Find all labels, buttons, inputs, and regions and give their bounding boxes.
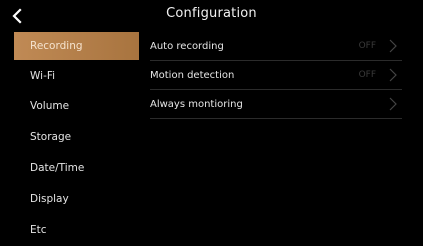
- sidebar-item-storage[interactable]: Storage: [14, 123, 139, 151]
- sidebar-item-label: Recording: [30, 40, 83, 52]
- sidebar-item-volume[interactable]: Volume: [14, 92, 139, 120]
- sidebar-item-label: Volume: [30, 100, 70, 112]
- sidebar-item-label: Etc: [30, 224, 47, 236]
- setting-value: OFF: [358, 41, 376, 51]
- setting-row-motion-detection[interactable]: Motion detection OFF: [150, 61, 402, 90]
- sidebar-item-label: Wi-Fi: [30, 70, 56, 82]
- setting-row-auto-recording[interactable]: Auto recording OFF: [150, 32, 402, 61]
- sidebar-item-label: Date/Time: [30, 162, 85, 174]
- setting-label: Always montioring: [150, 98, 243, 110]
- setting-value: OFF: [358, 70, 376, 80]
- setting-row-always-monitoring[interactable]: Always montioring: [150, 90, 402, 119]
- sidebar-item-label: Storage: [30, 131, 72, 143]
- sidebar-item-date-time[interactable]: Date/Time: [14, 154, 139, 182]
- chevron-right-icon: [389, 97, 397, 111]
- sidebar-item-wifi[interactable]: Wi-Fi: [14, 62, 139, 90]
- sidebar-item-recording[interactable]: Recording: [14, 32, 139, 60]
- setting-label: Auto recording: [150, 40, 224, 52]
- sidebar-item-etc[interactable]: Etc: [14, 216, 139, 244]
- chevron-right-icon: [389, 39, 397, 53]
- header-bar: Configuration: [0, 0, 423, 32]
- sidebar: Recording Wi-Fi Volume Storage Date/Time…: [0, 30, 139, 246]
- sidebar-item-label: Display: [30, 193, 69, 205]
- page-title: Configuration: [166, 6, 257, 21]
- chevron-right-icon: [389, 68, 397, 82]
- setting-label: Motion detection: [150, 69, 235, 81]
- sidebar-item-display[interactable]: Display: [14, 185, 139, 213]
